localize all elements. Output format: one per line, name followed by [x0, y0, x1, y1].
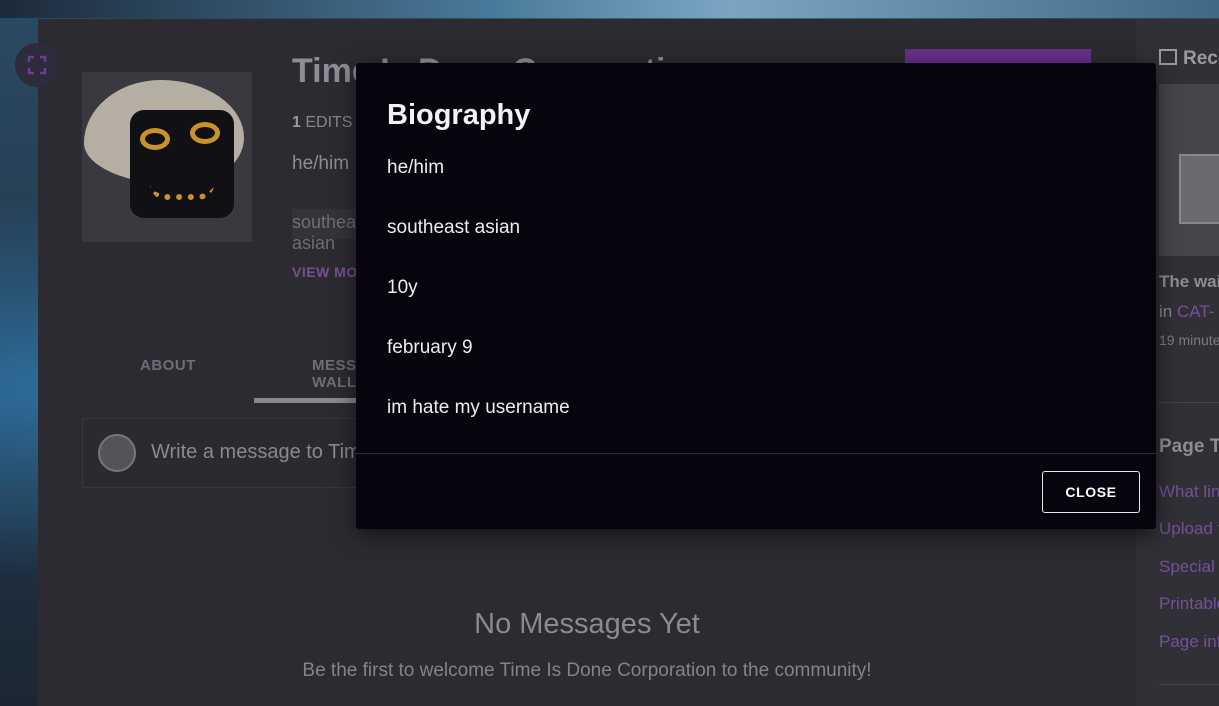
bio-line: he/him: [387, 157, 445, 178]
recent-image-location: in CAT-: [1159, 302, 1214, 322]
recent-image-time: 19 minutes ago: [1159, 332, 1219, 348]
active-tab-indicator: [254, 398, 364, 403]
in-label: in: [1159, 302, 1173, 321]
bio-line: february 9: [387, 337, 473, 358]
fullscreen-toggle-button[interactable]: [15, 43, 59, 87]
rail-title: Recent Images: [1159, 48, 1219, 70]
rail-link-what-links-here[interactable]: What links here: [1159, 482, 1219, 502]
modal-divider: [356, 453, 1156, 454]
modal-title: Biography: [387, 99, 531, 131]
tab-about[interactable]: ABOUT: [140, 357, 196, 374]
rail-divider: [1159, 684, 1219, 685]
rail-link-printable[interactable]: Printable version: [1159, 594, 1219, 614]
recent-image-thumbnail[interactable]: [1159, 84, 1219, 256]
thumbnail-detail: [1179, 154, 1219, 224]
avatar-mouth: [150, 184, 214, 200]
rail-divider: [1159, 402, 1219, 403]
rail-link-upload[interactable]: Upload file: [1159, 519, 1219, 539]
bio-preview-line: southeast asian: [292, 209, 370, 253]
rail-link-special-pages[interactable]: Special pages: [1159, 557, 1219, 577]
bio-line: 10y: [387, 277, 418, 298]
user-avatar: [98, 434, 136, 472]
bio-line: southeast asian: [387, 217, 521, 238]
rail-link-page-info[interactable]: Page information: [1159, 632, 1219, 652]
avatar-mask: [130, 110, 234, 218]
edit-count: 1 EDITS: [292, 114, 352, 132]
empty-state-subtitle: Be the first to welcome Time Is Done Cor…: [302, 660, 872, 681]
avatar-eye-right: [190, 122, 220, 144]
expand-icon: [27, 55, 47, 75]
bio-line: im hate my username: [387, 397, 570, 418]
top-strip: [0, 0, 1219, 18]
profile-tabs: ABOUT MESSAGE WALL: [82, 350, 390, 404]
profile-avatar: [82, 72, 252, 242]
page-tools-title: Page Tools: [1159, 436, 1219, 457]
recent-image-title[interactable]: The wait: [1159, 272, 1219, 292]
category-link[interactable]: CAT-: [1177, 302, 1214, 321]
bio-preview-line: he/him: [292, 153, 350, 174]
close-button[interactable]: CLOSE: [1042, 471, 1140, 513]
rail-title-text: Recent Images: [1183, 48, 1219, 69]
image-icon: [1159, 49, 1177, 65]
edit-count-number: 1: [292, 114, 301, 131]
biography-body: he/him southeast asian 10y february 9 im…: [387, 157, 1127, 457]
empty-state-title: No Messages Yet: [474, 608, 700, 640]
edit-count-label: EDITS: [305, 114, 353, 131]
avatar-eye-left: [140, 128, 170, 150]
biography-modal: Biography he/him southeast asian 10y feb…: [356, 63, 1156, 529]
